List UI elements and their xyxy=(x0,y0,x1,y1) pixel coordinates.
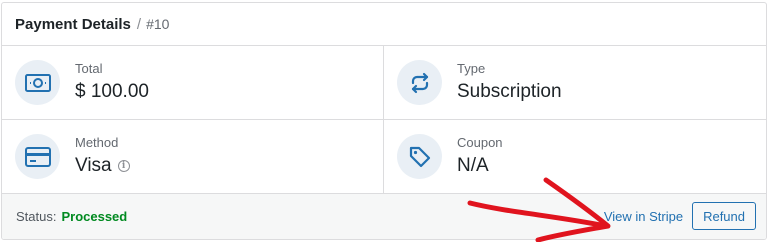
view-in-stripe-link[interactable]: View in Stripe xyxy=(604,209,683,224)
coupon-label: Coupon xyxy=(457,135,503,150)
method-label: Method xyxy=(75,135,119,150)
payment-summary-grid: Total $ 100.00 Type Subscription Method … xyxy=(2,46,766,194)
total-label: Total xyxy=(75,61,103,76)
cash-icon xyxy=(15,60,60,105)
method-cell: Method Visa i xyxy=(2,120,384,194)
refund-button[interactable]: Refund xyxy=(692,202,756,230)
status-badge: Processed xyxy=(61,209,128,224)
payment-id: #10 xyxy=(146,16,170,32)
payment-details-panel: Payment Details / #10 Total $ 100.00 Typ… xyxy=(1,2,767,240)
info-icon[interactable]: i xyxy=(117,160,130,172)
panel-title: Payment Details xyxy=(15,15,131,33)
type-cell: Type Subscription xyxy=(384,46,766,120)
total-value: $ 100.00 xyxy=(75,81,149,102)
credit-card-icon xyxy=(15,134,60,179)
footer-actions: View in Stripe Refund xyxy=(604,202,756,230)
panel-header: Payment Details / #10 xyxy=(2,3,766,46)
method-value: Visa xyxy=(75,155,112,176)
type-value: Subscription xyxy=(457,81,562,102)
coupon-value: N/A xyxy=(457,155,489,176)
panel-footer: Status: Processed View in Stripe Refund xyxy=(2,194,766,239)
total-cell: Total $ 100.00 xyxy=(2,46,384,120)
method-value-row: Visa i xyxy=(75,154,130,178)
status-label: Status: xyxy=(16,209,57,224)
coupon-cell: Coupon N/A xyxy=(384,120,766,194)
repeat-icon xyxy=(397,60,442,105)
type-label: Type xyxy=(457,61,486,76)
title-separator: / xyxy=(136,15,142,33)
tag-icon xyxy=(397,134,442,179)
